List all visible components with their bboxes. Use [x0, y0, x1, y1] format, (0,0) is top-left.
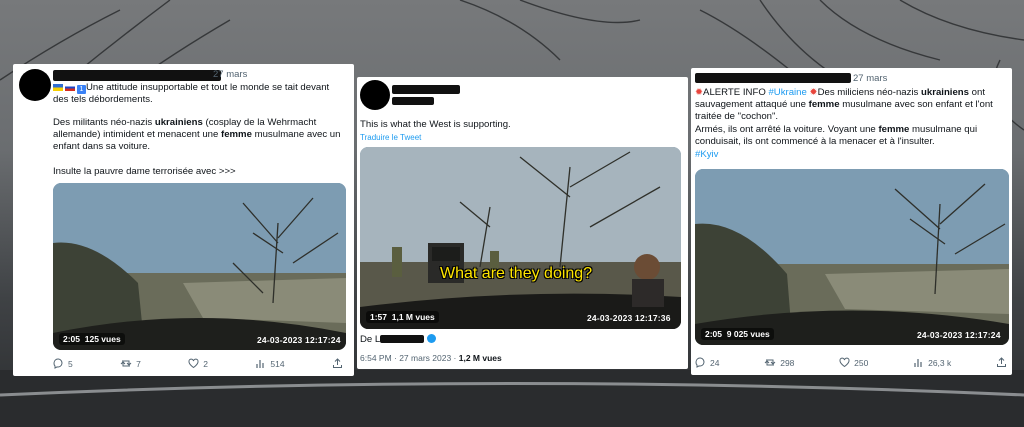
collision-icon: ✹ [695, 87, 704, 98]
tweet-text: 1 Une attitude insupportable et tout le m… [53, 82, 345, 106]
duration-text: 2:05 [705, 329, 723, 339]
analytics-icon [256, 360, 264, 368]
video-duration: 1:57 1,1 M vues [366, 311, 439, 323]
like-count: 250 [854, 357, 869, 368]
tweet-paragraph-3: Insulte la pauvre dame terrorisée avec >… [53, 166, 236, 177]
retweet-button[interactable]: 7 [120, 358, 141, 369]
hashtag-ukraine[interactable]: #Ukraine [768, 87, 806, 98]
tweet-line-1: Une attitude insupportable et tout le mo… [53, 82, 330, 106]
reply-icon [695, 357, 705, 368]
video-duration: 2:05 9 025 vues [701, 328, 774, 340]
analytics-icon [914, 359, 922, 367]
video-timestamp: 24-03-2023 12:17:36 [587, 313, 671, 323]
views-text: 125 vues [84, 334, 121, 344]
reply-button[interactable]: 5 [53, 358, 73, 369]
heart-icon [188, 358, 199, 369]
tweet-text: This is what the West is supporting. [360, 119, 511, 130]
views-text: 9 025 vues [726, 329, 770, 339]
share-button[interactable] [996, 357, 1007, 368]
text-segment: Des miliciens néo-nazis [817, 87, 922, 98]
from-prefix: De L [360, 334, 381, 345]
redacted-username [392, 85, 460, 94]
tweet-video[interactable]: 2:05 9 025 vues 24-03-2023 12:17:24 [695, 169, 1009, 345]
share-icon [332, 358, 342, 368]
hashtag-kyiv[interactable]: #Kyiv [695, 149, 718, 161]
tweet-card-1[interactable]: 27 mars 1 Une attitude insupportable et t… [13, 64, 354, 376]
text-segment: Des militants néo-nazis [53, 117, 155, 128]
tweet-card-2[interactable]: This is what the West is supporting. Tra… [357, 77, 688, 369]
tweet-date[interactable]: 27 mars [213, 69, 247, 80]
share-icon [997, 357, 1006, 367]
from-line: De L [360, 334, 436, 346]
tweet-actions: 24 298 250 26,3 k [695, 357, 1007, 368]
video-timestamp: 24-03-2023 12:17:24 [917, 330, 1001, 340]
like-button[interactable]: 2 [188, 358, 208, 369]
retweet-count: 7 [136, 358, 141, 369]
share-button[interactable] [332, 358, 343, 369]
duration-text: 1:57 [370, 312, 388, 322]
video-duration: 2:05 125 vues [59, 333, 125, 345]
alert-label: ALERTE INFO [703, 87, 766, 98]
redacted-source [380, 335, 425, 343]
views-count: 26,3 k [928, 357, 952, 368]
text-bold: femme [878, 124, 910, 135]
views-count: 514 [270, 358, 285, 369]
reply-button[interactable]: 24 [695, 357, 719, 368]
collision-icon: ✹ [809, 87, 818, 98]
meta-views: 1,2 M vues [458, 353, 502, 363]
tweet-text: ✹ALERTE INFO #Ukraine ✹Des miliciens néo… [695, 87, 1007, 124]
views-text: 1,1 M vues [391, 312, 435, 322]
number-badge-icon: 1 [77, 85, 86, 94]
tweet-date[interactable]: 27 mars [853, 73, 887, 84]
avatar[interactable] [360, 80, 390, 110]
redacted-handle [392, 97, 434, 105]
text-bold: ukrainiens [154, 117, 203, 128]
text-bold: femme [221, 129, 252, 141]
retweet-button[interactable]: 298 [764, 357, 794, 368]
retweet-count: 298 [780, 357, 795, 368]
retweet-icon [764, 359, 776, 366]
redacted-username [695, 73, 851, 83]
verified-icon [426, 334, 436, 343]
text-bold: ukrainiens [921, 87, 970, 98]
like-button[interactable]: 250 [839, 357, 868, 368]
avatar[interactable] [19, 69, 51, 101]
tweet-paragraph-2: Des militants néo-nazis ukrainiens (cosp… [53, 117, 345, 154]
retweet-icon [120, 360, 132, 367]
like-count: 2 [203, 358, 208, 369]
views-button[interactable]: 514 [255, 358, 285, 369]
video-caption: What are they doing? [440, 265, 593, 282]
text-bold: femme [808, 99, 840, 111]
tweet-actions: 5 7 2 514 [53, 358, 343, 369]
tweet-meta: 6:54 PM · 27 mars 2023 · 1,2 M vues [360, 353, 502, 363]
translate-link[interactable]: Traduire le Tweet [360, 133, 421, 142]
tweet-card-3[interactable]: 27 mars ✹ALERTE INFO #Ukraine ✹Des milic… [691, 68, 1012, 375]
ukraine-flag-icon [53, 84, 63, 91]
heart-icon [839, 357, 850, 368]
meta-time[interactable]: 6:54 PM · 27 mars 2023 · [360, 353, 459, 363]
russia-flag-icon [65, 84, 75, 91]
video-timestamp: 24-03-2023 12:17:24 [257, 335, 341, 345]
tweet-paragraph-2: Armés, ils ont arrêté la voiture. Voyant… [695, 124, 1007, 148]
text-segment: Armés, ils ont arrêté la voiture. Voyant… [695, 124, 879, 135]
tweet-video[interactable]: 2:05 125 vues 24-03-2023 12:17:24 [53, 183, 346, 350]
reply-count: 5 [68, 358, 73, 369]
redacted-username [53, 70, 221, 81]
duration-text: 2:05 [63, 334, 81, 344]
reply-count: 24 [710, 357, 720, 368]
views-button[interactable]: 26,3 k [913, 357, 951, 368]
reply-icon [53, 358, 63, 369]
tweet-video[interactable]: What are they doing? 1:57 1,1 M vues 24-… [360, 147, 681, 329]
